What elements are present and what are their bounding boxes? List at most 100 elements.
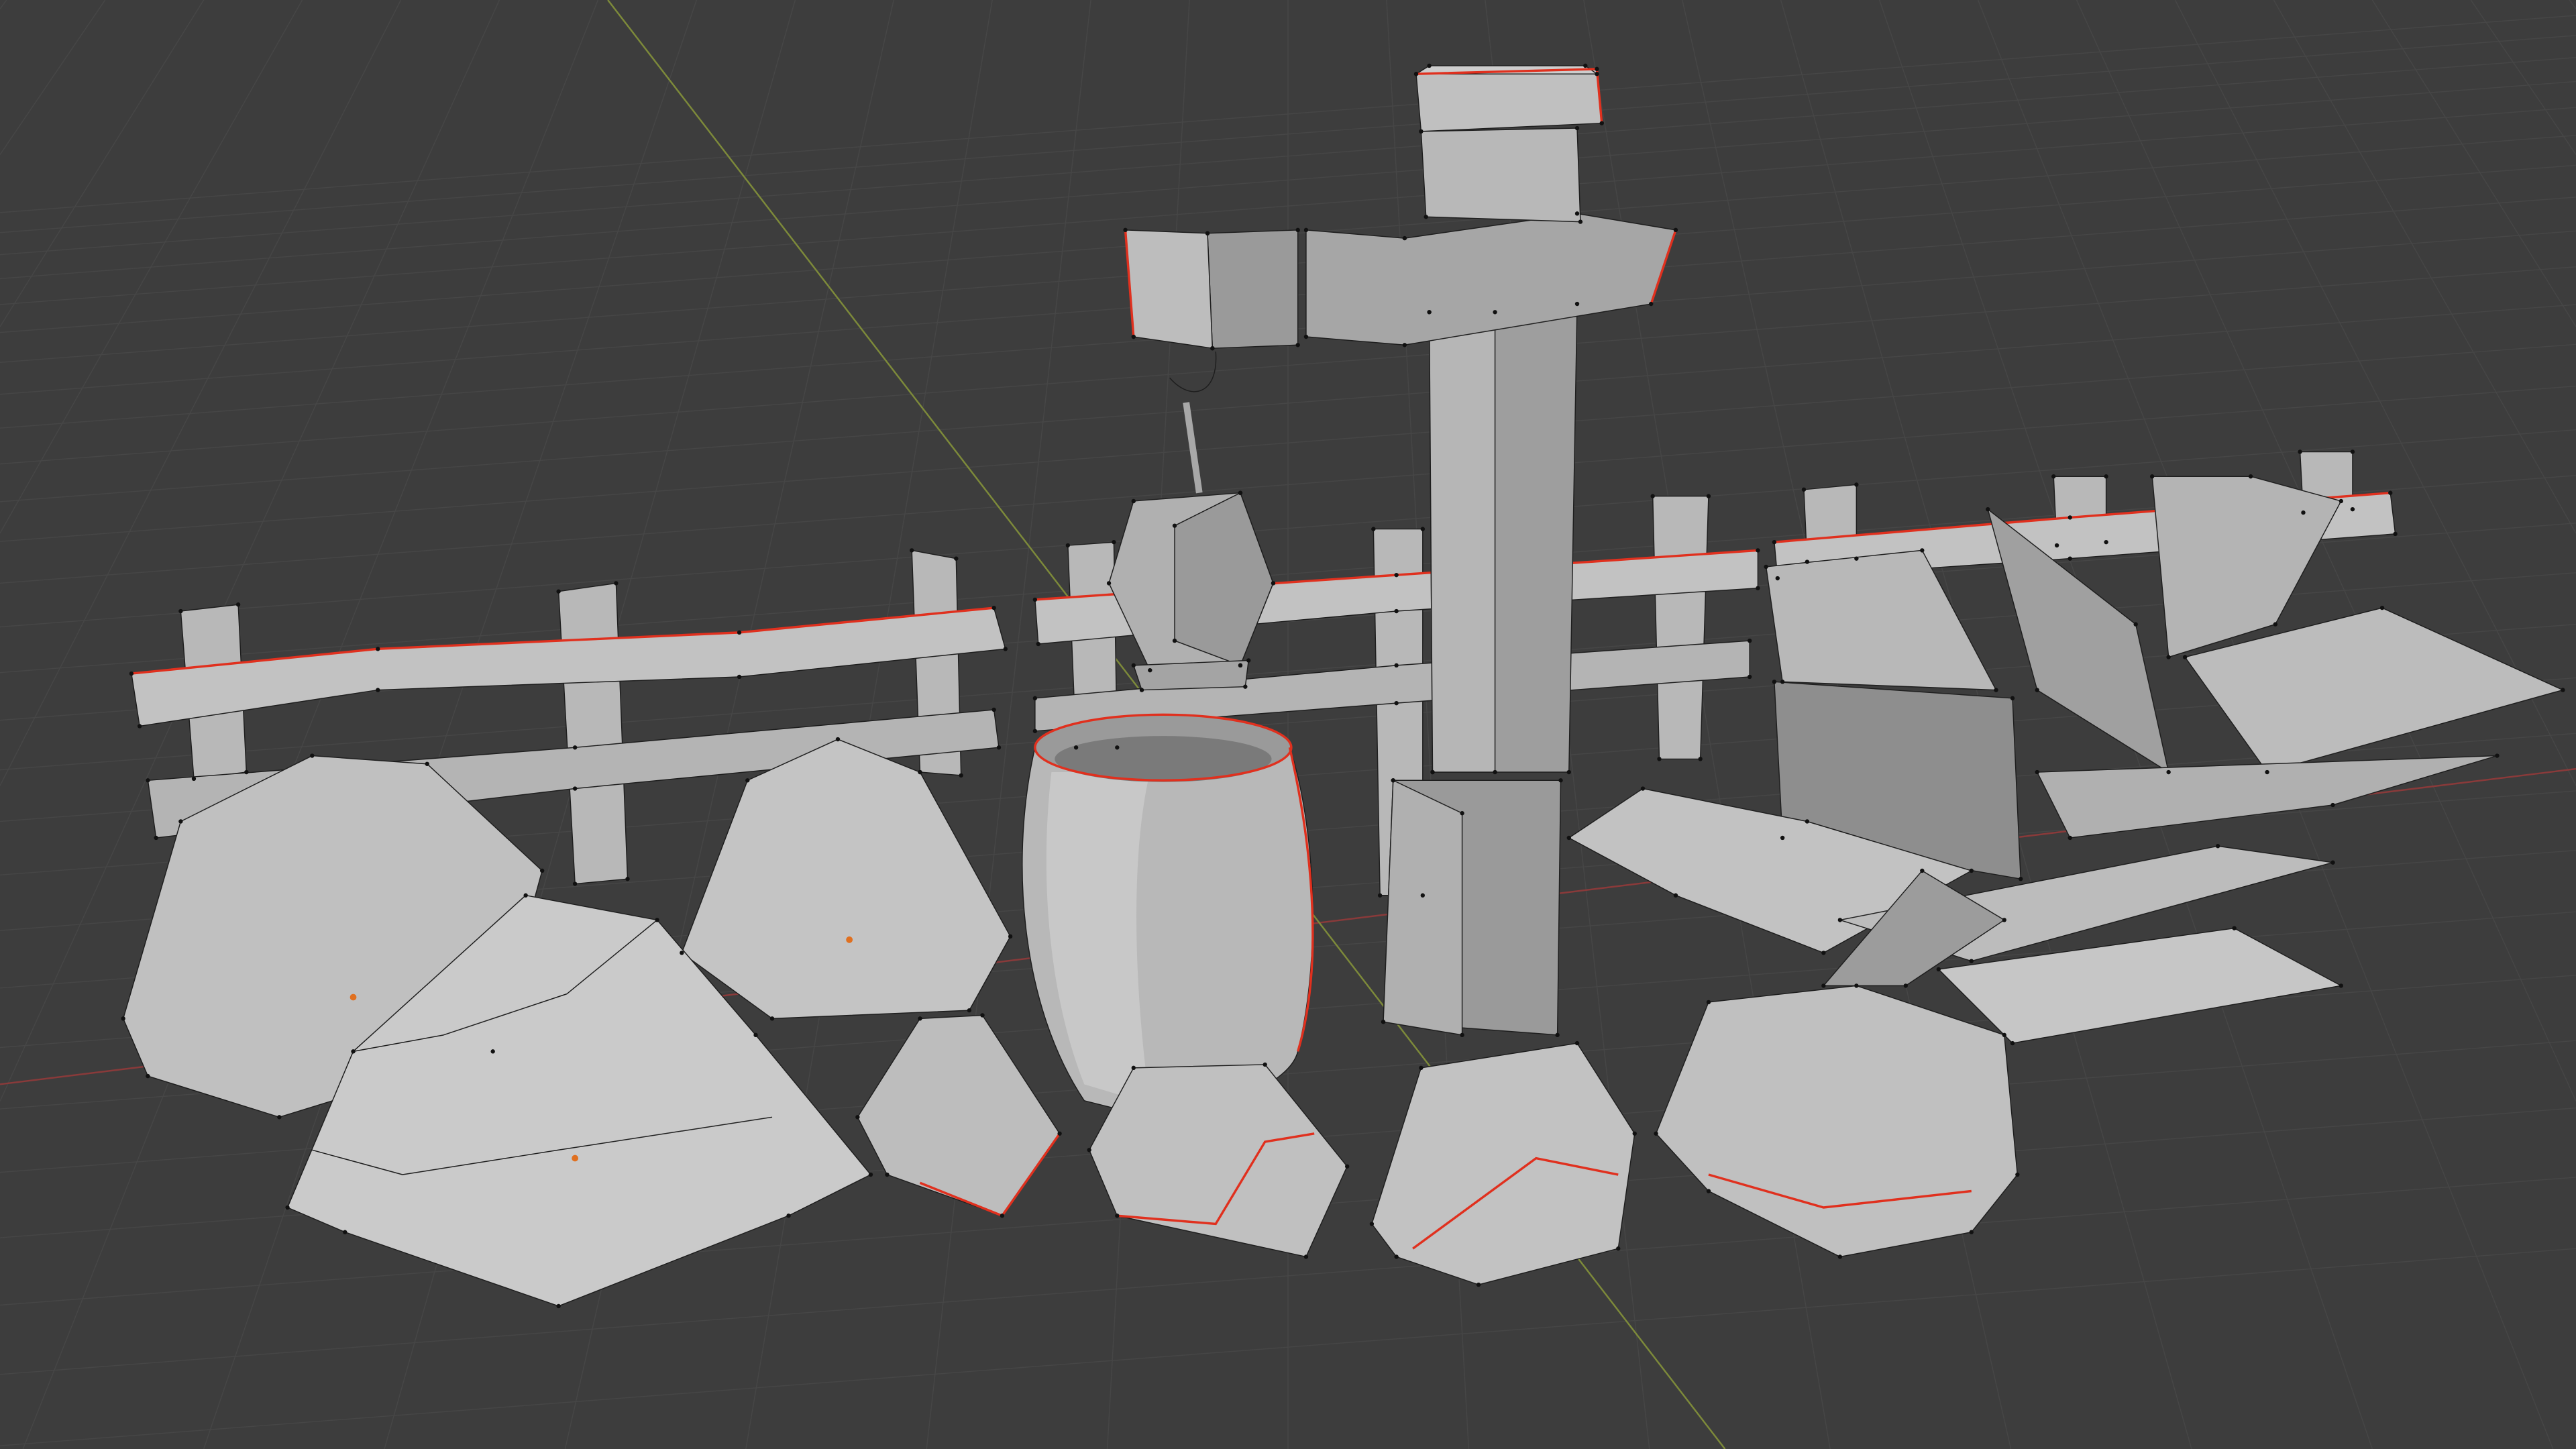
vertex <box>2133 622 2138 627</box>
vertex <box>1238 490 1243 495</box>
vertex <box>2166 655 2171 659</box>
vertex <box>2002 1032 2006 1038</box>
rock-back-center[interactable] <box>681 739 1011 1020</box>
vertex <box>1837 918 1843 922</box>
vertex <box>1969 868 1974 873</box>
vertex <box>1424 215 1428 219</box>
vertex <box>2068 515 2072 520</box>
vertex <box>1616 1246 1621 1251</box>
vertex <box>918 769 922 775</box>
grid-line <box>0 0 7 9</box>
vertex <box>1427 310 1432 315</box>
vertex <box>1650 494 1655 498</box>
vertex <box>1673 893 1678 898</box>
vertex <box>1131 334 1136 339</box>
vertex <box>285 1205 290 1210</box>
vertex <box>1032 597 1038 602</box>
vertex <box>490 1049 495 1054</box>
vertex <box>1123 227 1128 233</box>
vertex <box>1394 608 1399 614</box>
vertex <box>1057 1131 1062 1136</box>
vertex <box>425 761 429 766</box>
vertex <box>1756 548 1760 553</box>
vertex <box>991 605 996 610</box>
vertex <box>1595 66 1599 72</box>
3d-viewport[interactable] <box>0 0 2576 1449</box>
vertex <box>1632 1131 1637 1136</box>
vertex <box>1295 343 1300 347</box>
vertex <box>191 776 197 781</box>
vertex <box>1303 227 1309 233</box>
vertex <box>556 589 561 594</box>
vertex <box>1238 663 1243 668</box>
vertex <box>1106 581 1112 586</box>
vertex <box>129 671 134 676</box>
vertex <box>1000 1214 1005 1218</box>
vertex <box>769 1016 775 1021</box>
vertex <box>1172 638 1177 643</box>
vertex <box>1243 684 1248 689</box>
vertex <box>1821 951 1826 955</box>
vertex <box>1003 647 1008 651</box>
vertex <box>2010 696 2015 700</box>
vertex <box>1772 539 1777 545</box>
stone-4[interactable] <box>1655 985 2019 1258</box>
vertex <box>244 769 249 775</box>
vertex <box>1920 868 1925 873</box>
vertex <box>2182 655 2188 659</box>
vertex <box>991 707 996 712</box>
vertex <box>121 1016 125 1021</box>
vertex <box>572 745 578 750</box>
stone-3[interactable] <box>1371 1042 1635 1285</box>
vertex <box>178 819 183 824</box>
vertex <box>1115 745 1120 750</box>
vertex <box>1131 1065 1136 1071</box>
vertex <box>1595 72 1599 76</box>
vertex <box>1747 638 1752 643</box>
vertex <box>1986 507 1990 512</box>
vertex <box>1706 1189 1711 1193</box>
vertex <box>868 1172 873 1177</box>
vertex <box>1854 556 1859 561</box>
vertex <box>959 773 963 778</box>
viewport-canvas[interactable] <box>0 0 2576 1449</box>
vertex <box>1394 1254 1399 1259</box>
vertex <box>2379 605 2385 610</box>
vertex <box>2104 539 2108 545</box>
vertex <box>1706 494 1711 498</box>
vertex <box>235 602 241 607</box>
vertex <box>2051 474 2056 479</box>
vertex <box>1801 487 1807 492</box>
vertex <box>1673 227 1678 233</box>
vertex <box>1493 769 1497 775</box>
vertex <box>2350 507 2355 512</box>
barrel[interactable] <box>1022 713 1314 1118</box>
vertex <box>146 778 150 783</box>
vertex <box>376 688 380 692</box>
vertex <box>1295 227 1300 233</box>
vertex <box>556 1303 561 1309</box>
vertex <box>539 868 545 873</box>
vertex <box>1131 663 1136 668</box>
vertex <box>1780 680 1785 684</box>
vertex <box>835 737 841 742</box>
stone-1[interactable] <box>857 1014 1061 1218</box>
vertex <box>1764 564 1768 570</box>
vertex <box>1969 1230 1974 1234</box>
vertex <box>1139 688 1144 692</box>
vertex <box>2330 860 2335 865</box>
vertex <box>1427 63 1432 68</box>
vertex <box>1821 983 1826 988</box>
vertex <box>2149 474 2155 479</box>
vertex <box>1210 346 1215 351</box>
vertex <box>2002 918 2006 922</box>
vertex <box>1805 559 1810 564</box>
vertex <box>1172 523 1177 528</box>
vertex <box>2265 769 2269 775</box>
stone-2[interactable] <box>1088 1064 1348 1258</box>
vertex <box>1115 1214 1120 1218</box>
vertex <box>1413 72 1419 76</box>
vertex <box>2350 449 2355 454</box>
vertex <box>996 745 1002 750</box>
vertex <box>1920 548 1925 553</box>
